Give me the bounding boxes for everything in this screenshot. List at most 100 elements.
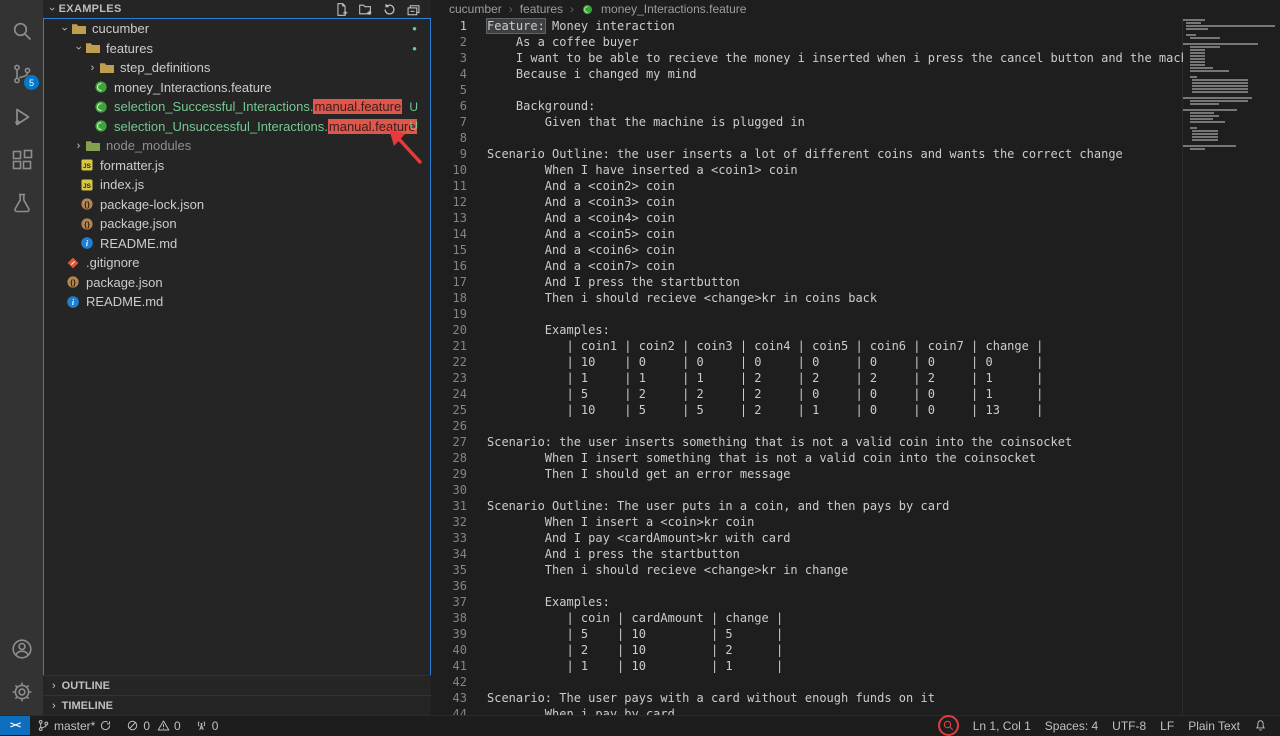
cucumber-icon (93, 99, 109, 115)
editor-line[interactable]: 29 Then I should get an error message (431, 466, 1183, 482)
editor-line[interactable]: 9Scenario Outline: the user inserts a lo… (431, 146, 1183, 162)
indentation-status[interactable]: Spaces: 4 (1038, 716, 1105, 735)
editor-line[interactable]: 22 | 10 | 0 | 0 | 0 | 0 | 0 | 0 | 0 | (431, 354, 1183, 370)
editor-line[interactable]: 40 | 2 | 10 | 2 | (431, 642, 1183, 658)
cursor-position[interactable]: Ln 1, Col 1 (966, 716, 1038, 735)
breadcrumb-folder[interactable]: features (520, 2, 563, 16)
folder-row-step-definitions[interactable]: ›step_definitions (44, 58, 430, 78)
file-row-readme-md[interactable]: iREADME.md (44, 234, 430, 254)
file-row-index-js[interactable]: JSindex.js (44, 175, 430, 195)
editor-line[interactable]: 1Feature: Money interaction (431, 18, 1183, 34)
editor-line[interactable]: 16 And a <coin7> coin (431, 258, 1183, 274)
problems-status[interactable]: 0 0 (119, 716, 187, 735)
folder-row-cucumber[interactable]: ›cucumber● (44, 19, 430, 39)
activity-bar-bottom (0, 627, 43, 713)
editor-line[interactable]: 6 Background: (431, 98, 1183, 114)
editor-line[interactable]: 37 Examples: (431, 594, 1183, 610)
editor-line[interactable]: 35 Then i should recieve <change>kr in c… (431, 562, 1183, 578)
testing-button[interactable] (0, 181, 43, 224)
ports-status[interactable]: 0 (188, 716, 226, 735)
editor-line[interactable]: 17 And I press the startbutton (431, 274, 1183, 290)
editor-line[interactable]: 2 As a coffee buyer (431, 34, 1183, 50)
file-row-package-json[interactable]: {}package.json (44, 214, 430, 234)
minimap[interactable] (1182, 18, 1280, 715)
editor-line[interactable]: 14 And a <coin5> coin (431, 226, 1183, 242)
notifications[interactable] (1247, 716, 1274, 735)
file-row-package-json[interactable]: {}package.json (44, 273, 430, 293)
encoding-status[interactable]: UTF-8 (1105, 716, 1153, 735)
line-text: Scenario Outline: the user inserts a lot… (487, 146, 1123, 162)
editor-line[interactable]: 43Scenario: The user pays with a card wi… (431, 690, 1183, 706)
editor-line[interactable]: 32 When I insert a <coin>kr coin (431, 514, 1183, 530)
line-number: 29 (431, 466, 487, 482)
editor-line[interactable]: 15 And a <coin6> coin (431, 242, 1183, 258)
line-text: | 1 | 10 | 1 | (487, 658, 783, 674)
accounts-button[interactable] (0, 627, 43, 670)
outline-section[interactable]: › OUTLINE (43, 675, 431, 695)
file-row-readme-md[interactable]: iREADME.md (44, 292, 430, 312)
editor-line[interactable]: 21 | coin1 | coin2 | coin3 | coin4 | coi… (431, 338, 1183, 354)
extensions-button[interactable] (0, 138, 43, 181)
editor-line[interactable]: 31Scenario Outline: The user puts in a c… (431, 498, 1183, 514)
editor-line[interactable]: 19 (431, 306, 1183, 322)
radio-tower-icon (195, 719, 208, 732)
folder-row-features[interactable]: ›features● (44, 39, 430, 59)
editor-line[interactable]: 5 (431, 82, 1183, 98)
source-control-button[interactable]: 5 (0, 52, 43, 95)
language-mode[interactable]: Plain Text (1181, 716, 1247, 735)
run-and-debug-button[interactable] (0, 95, 43, 138)
editor-line[interactable]: 26 (431, 418, 1183, 434)
editor-line[interactable]: 25 | 10 | 5 | 5 | 2 | 1 | 0 | 0 | 13 | (431, 402, 1183, 418)
editor-line[interactable]: 24 | 5 | 2 | 2 | 2 | 0 | 0 | 0 | 1 | (431, 386, 1183, 402)
file-row-selection-unsuccessful-interactions-manual-feature[interactable]: selection_Unsuccessful_Interactions.manu… (44, 117, 430, 137)
editor-line[interactable]: 18 Then i should recieve <change>kr in c… (431, 290, 1183, 306)
line-text: And I pay <cardAmount>kr with card (487, 530, 790, 546)
editor-line[interactable]: 41 | 1 | 10 | 1 | (431, 658, 1183, 674)
markdown-icon: i (65, 294, 81, 310)
file-row-gitignore[interactable]: .gitignore (44, 253, 430, 273)
editor-line[interactable]: 36 (431, 578, 1183, 594)
editor-line[interactable]: 11 And a <coin2> coin (431, 178, 1183, 194)
editor-line[interactable]: 3 I want to be able to recieve the money… (431, 50, 1183, 66)
file-row-package-lock-json[interactable]: {}package-lock.json (44, 195, 430, 215)
editor-line[interactable]: 39 | 5 | 10 | 5 | (431, 626, 1183, 642)
file-row-money-interactions-feature[interactable]: money_Interactions.feature (44, 78, 430, 98)
settings-button[interactable] (0, 670, 43, 713)
editor-line[interactable]: 20 Examples: (431, 322, 1183, 338)
timeline-section[interactable]: › TIMELINE (43, 695, 431, 715)
remote-indicator[interactable]: >< (0, 716, 30, 735)
new-file-icon[interactable] (334, 2, 349, 17)
folder-icon (85, 40, 101, 56)
editor-line[interactable]: 23 | 1 | 1 | 1 | 2 | 2 | 2 | 2 | 1 | (431, 370, 1183, 386)
line-number: 40 (431, 642, 487, 658)
editor-code[interactable]: 1Feature: Money interaction2 As a coffee… (431, 18, 1183, 715)
editor-line[interactable]: 30 (431, 482, 1183, 498)
editor-line[interactable]: 13 And a <coin4> coin (431, 210, 1183, 226)
editor-line[interactable]: 34 And i press the startbutton (431, 546, 1183, 562)
collapse-folders-icon[interactable] (406, 2, 421, 17)
editor-line[interactable]: 44 When i pay by card (431, 706, 1183, 715)
status-bar-right: Ln 1, Col 1 Spaces: 4 UTF-8 LF Plain Tex… (931, 716, 1280, 735)
breadcrumb-file[interactable]: money_Interactions.feature (601, 2, 746, 16)
breadcrumb-folder[interactable]: cucumber (449, 2, 502, 16)
editor-line[interactable]: 7 Given that the machine is plugged in (431, 114, 1183, 130)
folder-row-node-modules[interactable]: ›node_modules (44, 136, 430, 156)
editor-line[interactable]: 4 Because i changed my mind (431, 66, 1183, 82)
editor-line[interactable]: 28 When I insert something that is not a… (431, 450, 1183, 466)
editor-line[interactable]: 33 And I pay <cardAmount>kr with card (431, 530, 1183, 546)
git-branch-status[interactable]: master* (30, 716, 119, 735)
editor-line[interactable]: 38 | coin | cardAmount | change | (431, 610, 1183, 626)
editor-line[interactable]: 27Scenario: the user inserts something t… (431, 434, 1183, 450)
editor-line[interactable]: 12 And a <coin3> coin (431, 194, 1183, 210)
eol-status[interactable]: LF (1153, 716, 1181, 735)
file-label: package.json (100, 216, 177, 231)
file-row-selection-successful-interactions-manual-feature[interactable]: selection_Successful_Interactions.manual… (44, 97, 430, 117)
zoom-indicator[interactable] (931, 716, 966, 735)
editor-line[interactable]: 42 (431, 674, 1183, 690)
refresh-explorer-icon[interactable] (382, 2, 397, 17)
search-button[interactable] (0, 9, 43, 52)
editor-line[interactable]: 8 (431, 130, 1183, 146)
editor-line[interactable]: 10 When I have inserted a <coin1> coin (431, 162, 1183, 178)
file-row-formatter-js[interactable]: JSformatter.js (44, 156, 430, 176)
new-folder-icon[interactable] (358, 2, 373, 17)
